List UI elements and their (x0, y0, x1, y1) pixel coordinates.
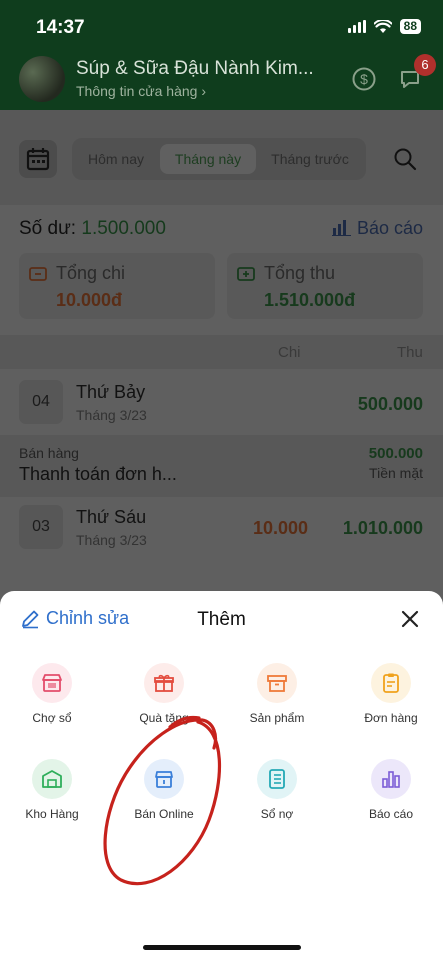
report-link[interactable]: Báo cáo (332, 218, 423, 239)
report-label: Báo cáo (357, 218, 424, 238)
income-value: 1.510.000đ (264, 290, 356, 310)
action-label: Chợ sổ (32, 711, 72, 725)
action-so-no[interactable]: Sổ nợ (227, 759, 327, 821)
calendar-icon (26, 148, 50, 171)
bar-chart-icon (371, 759, 411, 799)
warehouse-icon (32, 759, 72, 799)
wallet-out-icon (29, 267, 47, 281)
notebook-icon (257, 759, 297, 799)
store-info-link[interactable]: Thông tin cửa hàng › (76, 83, 206, 99)
action-san-pham[interactable]: Sản phẩm (227, 663, 327, 725)
column-expense: Chi (278, 344, 301, 361)
svg-text:$: $ (360, 71, 368, 87)
store-name[interactable]: Súp & Sữa Đậu Nành Kim... (76, 58, 314, 80)
balance-value: 1.500.000 (81, 218, 166, 239)
online-shop-icon (144, 759, 184, 799)
day-name: Thứ Bảy (76, 382, 146, 402)
add-bottom-sheet: Chỉnh sửa Thêm Chợ sổ Quà tặng Sản phẩm … (0, 591, 443, 960)
transaction-category: Bán hàng (19, 445, 79, 461)
day-month: Tháng 3/23 (76, 407, 147, 423)
day-month: Tháng 3/23 (76, 532, 147, 548)
wifi-icon (373, 19, 392, 33)
day-number: 03 (19, 505, 63, 549)
box-icon (257, 663, 297, 703)
column-income: Thu (397, 344, 423, 361)
action-qua-tang[interactable]: Quà tặng (114, 663, 214, 725)
store-header: Súp & Sữa Đậu Nành Kim... Thông tin cửa … (0, 50, 443, 110)
action-label: Sản phẩm (249, 711, 305, 725)
day-income: 1.010.000 (342, 518, 423, 538)
sheet-title: Thêm (197, 609, 246, 630)
expense-value: 10.000đ (56, 290, 123, 310)
wallet-in-icon (237, 267, 255, 281)
period-tabs: Hôm nay Tháng này Tháng trước (72, 138, 366, 180)
income-label: Tổng thu (264, 263, 336, 283)
income-card[interactable]: Tổng thu 1.510.000đ (227, 253, 423, 319)
signal-icon (347, 20, 366, 33)
status-bar: 14:37 88 (0, 0, 443, 50)
tab-this-month[interactable]: Tháng này (160, 144, 256, 174)
action-don-hang[interactable]: Đơn hàng (341, 663, 441, 725)
transaction-amount: 500.000 (368, 445, 423, 462)
action-label: Đơn hàng (364, 711, 418, 725)
bar-chart-icon (332, 220, 351, 236)
calendar-button[interactable] (19, 140, 57, 178)
tab-last-month[interactable]: Tháng trước (262, 144, 358, 174)
action-label: Kho Hàng (25, 807, 79, 821)
store-avatar[interactable] (19, 56, 65, 102)
action-cho-so[interactable]: Chợ sổ (2, 663, 102, 725)
dollar-icon[interactable]: $ (352, 67, 376, 91)
gift-icon (144, 663, 184, 703)
action-kho-hang[interactable]: Kho Hàng (2, 759, 102, 821)
filter-bar: Hôm nay Tháng này Tháng trước (0, 110, 443, 205)
store-icon (32, 663, 72, 703)
clipboard-icon (371, 663, 411, 703)
search-icon[interactable] (393, 147, 417, 171)
day-number: 04 (19, 380, 63, 424)
balance: Số dư: 1.500.000 (19, 218, 166, 240)
action-label: Bán Online (134, 807, 194, 821)
notification-badge: 6 (414, 54, 436, 76)
transaction-description: Thanh toán đơn h... (19, 464, 177, 484)
status-time: 14:37 (36, 17, 85, 38)
day-income: 500.000 (357, 394, 423, 414)
transaction-method: Tiền mặt (369, 465, 423, 481)
tab-today[interactable]: Hôm nay (78, 144, 154, 174)
expense-label: Tổng chi (56, 263, 126, 283)
close-icon[interactable] (400, 609, 420, 629)
action-label: Quà tặng (139, 711, 189, 725)
balance-label: Số dư: (19, 218, 77, 239)
action-label: Báo cáo (368, 807, 414, 821)
action-ban-online[interactable]: Bán Online (114, 759, 214, 821)
column-header-row (0, 335, 443, 369)
expense-card[interactable]: Tổng chi 10.000đ (19, 253, 215, 319)
action-label: Sổ nợ (260, 807, 294, 821)
status-icons: 88 (347, 19, 421, 34)
day-name: Thứ Sáu (76, 507, 147, 527)
battery-indicator: 88 (399, 19, 421, 34)
home-indicator[interactable] (143, 945, 301, 950)
action-bao-cao[interactable]: Báo cáo (341, 759, 441, 821)
day-expense: 10.000 (252, 518, 308, 538)
